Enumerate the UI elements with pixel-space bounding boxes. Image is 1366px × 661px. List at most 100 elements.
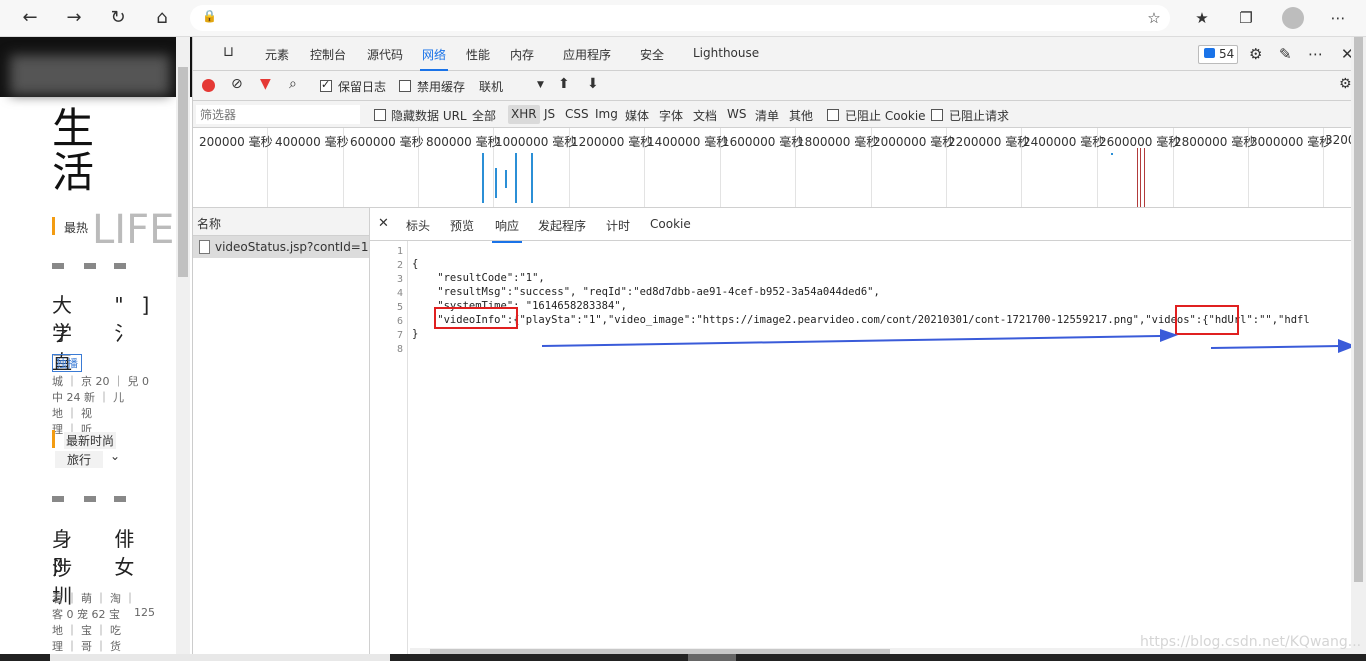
network-settings-gear-icon[interactable]: ⚙ <box>1339 76 1352 92</box>
tab-travel[interactable]: 旅行 <box>55 451 104 468</box>
blocked-cookies-checkbox[interactable] <box>827 109 839 121</box>
timeline-label: 1200000 毫秒 <box>571 135 653 149</box>
message-icon <box>1204 48 1215 58</box>
tab-new-fashion[interactable]: 最新时尚 <box>64 432 117 449</box>
name-column-header[interactable]: 名称 <box>193 208 369 236</box>
address-bar[interactable]: 🔒 <box>190 5 1170 31</box>
disable-cache-checkbox[interactable] <box>399 80 411 92</box>
filter-input[interactable] <box>196 105 360 124</box>
issues-badge[interactable]: 54 <box>1198 45 1238 64</box>
filter-type-media[interactable]: 媒体 <box>625 107 649 124</box>
filter-type-js[interactable]: JS <box>544 107 555 121</box>
accent-bar <box>52 430 55 448</box>
thumbnail[interactable] <box>114 496 126 502</box>
filter-bar: 隐藏数据 URL 全部 XHR JS CSS Img 媒体 字体 文档 WS 清… <box>193 101 1366 128</box>
meta-text: 城 ｜ 京 20 ｜ 兒 0 <box>52 375 149 388</box>
profile-avatar[interactable] <box>1282 7 1304 29</box>
timeline-label: 1800000 毫秒 <box>797 135 879 149</box>
forward-arrow-icon[interactable]: → <box>62 7 86 29</box>
tab-network[interactable]: 网络 <box>419 46 449 71</box>
feedback-icon[interactable]: ✎ <box>1279 45 1292 63</box>
tab-hot[interactable]: 最热 <box>64 219 88 236</box>
chevron-down-icon[interactable]: ▼ <box>537 80 544 90</box>
filter-type-ws[interactable]: WS <box>727 107 746 121</box>
more-options-icon[interactable]: ⋯ <box>1308 45 1323 63</box>
filter-type-other[interactable]: 其他 <box>789 107 813 124</box>
tab-security[interactable]: 安全 <box>640 46 664 63</box>
timeline-label: 2400000 毫秒 <box>1023 135 1105 149</box>
filter-icon[interactable]: ▼ <box>260 76 271 92</box>
favorites-icon[interactable]: ★ <box>1191 7 1213 29</box>
thumbnail[interactable] <box>114 263 126 269</box>
devtools-panel: ⊔ 元素 控制台 源代码 网络 性能 内存 应用程序 安全 Lighthouse… <box>192 37 1366 661</box>
thumbnail[interactable] <box>84 496 96 502</box>
thumbnail[interactable] <box>52 263 64 269</box>
chevron-down-icon[interactable]: ⌄ <box>110 449 120 463</box>
response-panel: ✕ 标头 预览 响应 发起程序 计时 Cookie 1 2 3 4 5 6 7 … <box>370 208 1366 661</box>
timeline-label: 400000 毫秒 <box>275 135 349 149</box>
preserve-log-label: 保留日志 <box>338 80 387 94</box>
filter-type-xhr[interactable]: XHR <box>508 105 540 124</box>
meta-text: 看 ｜ 萌 ｜ 淘 ｜ <box>52 592 136 605</box>
timeline-label: 3000000 毫秒 <box>1250 135 1332 149</box>
timeline-label: 200000 毫秒 <box>199 135 273 149</box>
collections-icon[interactable]: ❐ <box>1235 7 1257 29</box>
thumbnail[interactable] <box>52 496 64 502</box>
filter-type-font[interactable]: 字体 <box>659 107 683 124</box>
export-har-icon[interactable]: ⬇ <box>587 76 599 92</box>
more-menu-icon[interactable]: ⋯ <box>1327 7 1349 29</box>
window-scrollbar[interactable] <box>1351 37 1366 661</box>
timeline-label: 2200000 毫秒 <box>948 135 1030 149</box>
timeline-request-mark <box>515 153 517 203</box>
blurred-logo <box>10 55 170 95</box>
page-scrollbar[interactable] <box>176 37 190 661</box>
tab-sources[interactable]: 源代码 <box>367 46 403 63</box>
throttle-select[interactable]: 联机 <box>479 78 503 95</box>
csdn-watermark: https://blog.csdn.net/KQwang... <box>1140 634 1362 650</box>
accent-bar <box>52 217 55 235</box>
meta-text: 客 0 宠 62 宝 <box>52 608 120 621</box>
timeline-label: 600000 毫秒 <box>350 135 424 149</box>
hide-data-url-checkbox[interactable] <box>374 109 386 121</box>
tab-console[interactable]: 控制台 <box>310 46 346 63</box>
timeline-load-line <box>1137 148 1138 207</box>
issues-count: 54 <box>1219 47 1235 61</box>
tab-application[interactable]: 应用程序 <box>563 46 611 63</box>
tab-elements[interactable]: 元素 <box>265 46 289 63</box>
filter-type-img[interactable]: Img <box>595 107 618 121</box>
filter-type-all[interactable]: 全部 <box>472 107 496 124</box>
browser-toolbar: ← → ↻ ⌂ 🔒 ☆ ★ ❐ ⋯ <box>0 0 1366 37</box>
dock-icon[interactable]: ⊔ <box>223 44 234 60</box>
webpage-area: 生 活 LIFE 最热 大 "] 丿 学 氵 直 独播 城 ｜ 京 20 ｜ 兒… <box>0 37 192 661</box>
request-row[interactable]: videoStatus.jsp?contId=1... <box>193 236 369 258</box>
refresh-icon[interactable]: ↻ <box>106 7 130 29</box>
meta-text: 理 ｜ 哥 ｜ 货 <box>52 640 121 653</box>
tab-memory[interactable]: 内存 <box>510 46 534 63</box>
arrow-line <box>1210 345 1341 349</box>
filter-type-manifest[interactable]: 清单 <box>755 107 779 124</box>
filter-type-css[interactable]: CSS <box>565 107 589 121</box>
record-icon[interactable] <box>202 79 215 92</box>
timeline-load-line <box>1144 148 1145 207</box>
back-arrow-icon[interactable]: ← <box>18 7 42 29</box>
filter-type-doc[interactable]: 文档 <box>693 107 717 124</box>
home-icon[interactable]: ⌂ <box>150 7 174 29</box>
tab-performance[interactable]: 性能 <box>466 46 490 63</box>
tab-lighthouse[interactable]: Lighthouse <box>693 46 759 60</box>
settings-gear-icon[interactable]: ⚙ <box>1249 45 1262 63</box>
search-icon[interactable]: ⌕ <box>289 76 297 92</box>
thumbnail[interactable] <box>84 263 96 269</box>
add-favorite-icon[interactable]: ☆ <box>1143 7 1165 29</box>
blocked-requests-label: 已阻止请求 <box>949 109 1010 123</box>
network-timeline[interactable]: 200000 毫秒 400000 毫秒 600000 毫秒 800000 毫秒 … <box>193 128 1366 208</box>
exclusive-badge: 独播 <box>52 354 82 372</box>
preserve-log-checkbox[interactable] <box>320 78 332 92</box>
import-har-icon[interactable]: ⬆ <box>558 76 570 92</box>
annotation-arrows <box>541 329 1356 353</box>
timeline-request-mark <box>495 168 497 198</box>
meta-text: 地 ｜ 宝 ｜ 吃 <box>52 624 121 637</box>
timeline-label: 1000000 毫秒 <box>495 135 577 149</box>
blocked-requests-checkbox[interactable] <box>931 109 943 121</box>
timeline-label: 2800000 毫秒 <box>1174 135 1256 149</box>
clear-icon[interactable]: ⊘ <box>231 76 243 92</box>
